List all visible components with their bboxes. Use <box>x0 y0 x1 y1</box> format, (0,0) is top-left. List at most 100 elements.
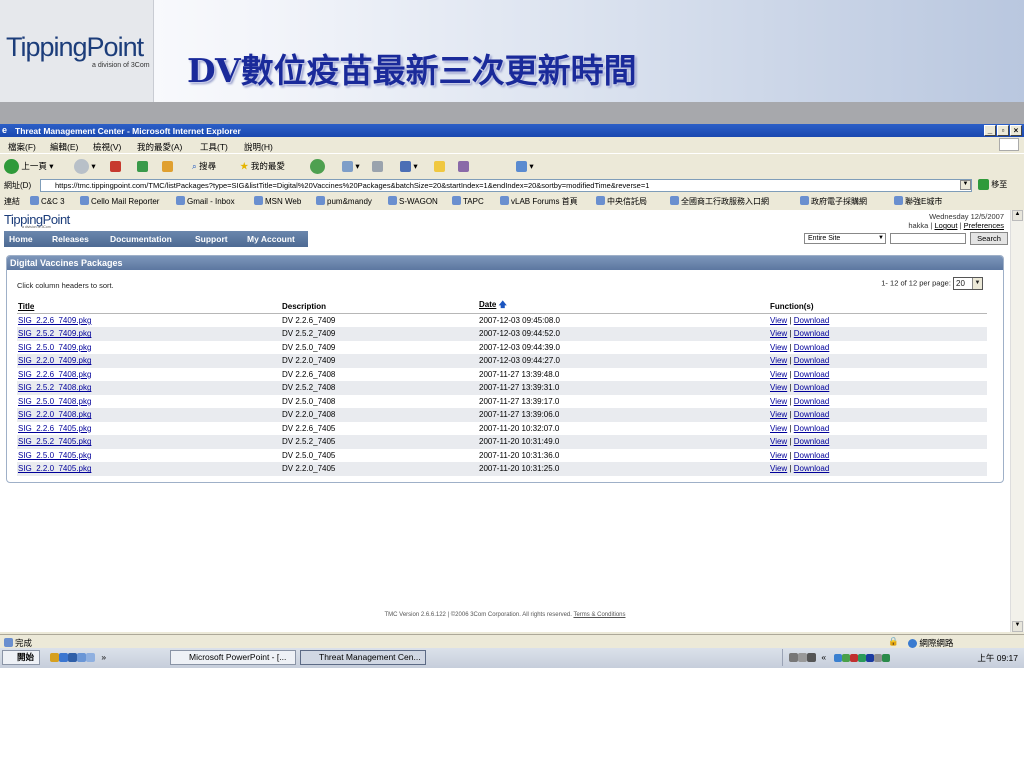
view-link[interactable]: View <box>770 424 787 433</box>
view-link[interactable]: View <box>770 464 787 473</box>
view-link[interactable]: View <box>770 370 787 379</box>
package-title-link[interactable]: SIG_2.5.0_7405.pkg <box>17 448 281 462</box>
start-button[interactable]: 開始 <box>2 650 40 665</box>
print-button[interactable] <box>372 158 383 175</box>
link-item[interactable]: pum&mandy <box>316 196 372 206</box>
terms-link[interactable]: Terms & Conditions <box>573 612 625 618</box>
download-link[interactable]: Download <box>794 437 830 446</box>
nav-my-account[interactable]: My Account <box>247 234 295 244</box>
link-item[interactable]: C&C 3 <box>30 196 65 206</box>
back-button[interactable]: 上一頁 ▾ <box>4 158 54 175</box>
close-button[interactable]: × <box>1010 125 1022 136</box>
download-link[interactable]: Download <box>794 397 830 406</box>
download-link[interactable]: Download <box>794 383 830 392</box>
quick-launch[interactable]: » <box>50 652 110 663</box>
menu-tools[interactable]: 工具(T) <box>200 141 228 153</box>
download-link[interactable]: Download <box>794 356 830 365</box>
translate-button[interactable]: ▾ <box>516 158 534 175</box>
package-title-link[interactable]: SIG_2.5.0_7409.pkg <box>17 340 281 354</box>
column-date[interactable]: Date 🡅 <box>478 299 769 314</box>
history-button[interactable] <box>310 158 325 175</box>
table-row: SIG_2.2.6_7409.pkg DV 2.2.6_7409 2007-12-0… <box>17 313 987 327</box>
package-title-link[interactable]: SIG_2.2.6_7408.pkg <box>17 367 281 381</box>
task-ie[interactable]: Threat Management Cen... <box>300 650 426 665</box>
download-link[interactable]: Download <box>794 451 830 460</box>
forward-button[interactable]: ▾ <box>74 158 96 175</box>
tray-icons[interactable]: « <box>789 652 891 663</box>
download-link[interactable]: Download <box>794 370 830 379</box>
scroll-up-icon[interactable]: ▲ <box>1012 210 1023 221</box>
link-item[interactable]: S-WAGON <box>388 196 438 206</box>
folder-button[interactable] <box>434 158 445 175</box>
package-title-link[interactable]: SIG_2.2.0_7408.pkg <box>17 408 281 422</box>
view-link[interactable]: View <box>770 329 787 338</box>
vertical-scrollbar[interactable]: ▲ ▼ <box>1010 210 1024 632</box>
home-button[interactable] <box>162 158 173 175</box>
view-link[interactable]: View <box>770 451 787 460</box>
package-title-link[interactable]: SIG_2.5.2_7405.pkg <box>17 435 281 449</box>
package-title-link[interactable]: SIG_2.2.6_7409.pkg <box>17 313 281 327</box>
nav-releases[interactable]: Releases <box>52 234 89 244</box>
package-title-link[interactable]: SIG_2.2.0_7405.pkg <box>17 462 281 476</box>
table-row: SIG_2.2.0_7408.pkg DV 2.2.0_7408 2007-11-2… <box>17 408 987 422</box>
package-title-link[interactable]: SIG_2.2.0_7409.pkg <box>17 354 281 368</box>
package-title-link[interactable]: SIG_2.5.0_7408.pkg <box>17 394 281 408</box>
package-title-link[interactable]: SIG_2.5.2_7408.pkg <box>17 381 281 395</box>
view-link[interactable]: View <box>770 383 787 392</box>
nav-home[interactable]: Home <box>9 234 33 244</box>
menu-view[interactable]: 檢視(V) <box>93 141 121 153</box>
address-dropdown[interactable]: ▼ <box>960 180 971 190</box>
nav-support[interactable]: Support <box>195 234 228 244</box>
link-item[interactable]: 中央信託局 <box>596 196 647 207</box>
go-button[interactable]: 移至 <box>978 179 1007 191</box>
link-item[interactable]: TAPC <box>452 196 484 206</box>
download-link[interactable]: Download <box>794 464 830 473</box>
package-title-link[interactable]: SIG_2.2.6_7405.pkg <box>17 421 281 435</box>
site-search-input[interactable] <box>890 233 966 244</box>
table-row: SIG_2.5.2_7408.pkg DV 2.5.2_7408 2007-11-2… <box>17 381 987 395</box>
view-link[interactable]: View <box>770 316 787 325</box>
stop-button[interactable] <box>110 158 121 175</box>
column-title[interactable]: Title <box>17 299 281 314</box>
menu-favorites[interactable]: 我的最愛(A) <box>137 141 182 153</box>
logout-link[interactable]: Logout <box>934 221 957 230</box>
download-link[interactable]: Download <box>794 410 830 419</box>
nav-documentation[interactable]: Documentation <box>110 234 172 244</box>
research-button[interactable] <box>458 158 469 175</box>
download-link[interactable]: Download <box>794 329 830 338</box>
edit-button[interactable]: ▾ <box>400 158 418 175</box>
download-link[interactable]: Download <box>794 316 830 325</box>
search-scope-select[interactable]: Entire Site ▼ <box>804 233 886 244</box>
per-page-select[interactable]: 20 ▼ <box>953 277 983 290</box>
task-powerpoint[interactable]: Microsoft PowerPoint - [... <box>170 650 296 665</box>
view-link[interactable]: View <box>770 356 787 365</box>
scroll-down-icon[interactable]: ▼ <box>1012 621 1023 632</box>
link-item[interactable]: Cello Mail Reporter <box>80 196 159 206</box>
refresh-button[interactable] <box>137 158 148 175</box>
link-item[interactable]: 全國商工行政服務入口網 <box>670 196 769 207</box>
site-search-button[interactable]: Search <box>970 232 1008 245</box>
search-button[interactable]: ⌕ 搜尋 <box>192 158 216 175</box>
address-input[interactable]: https://tmc.tippingpoint.com/TMC/listPac… <box>40 179 972 192</box>
download-link[interactable]: Download <box>794 343 830 352</box>
menu-edit[interactable]: 編輯(E) <box>50 141 78 153</box>
view-link[interactable]: View <box>770 397 787 406</box>
view-link[interactable]: View <box>770 410 787 419</box>
link-item[interactable]: Gmail - Inbox <box>176 196 235 206</box>
menu-file[interactable]: 檔案(F) <box>8 141 36 153</box>
link-item[interactable]: 聯強E城市 <box>894 196 942 207</box>
menu-bar: 檔案(F) 編輯(E) 檢視(V) 我的最愛(A) 工具(T) 說明(H) <box>0 138 1024 152</box>
preferences-link[interactable]: Preferences <box>964 221 1004 230</box>
view-link[interactable]: View <box>770 437 787 446</box>
minimize-button[interactable]: _ <box>984 125 996 136</box>
link-item[interactable]: MSN Web <box>254 196 301 206</box>
link-item[interactable]: 政府電子採購網 <box>800 196 867 207</box>
menu-help[interactable]: 說明(H) <box>244 141 273 153</box>
package-title-link[interactable]: SIG_2.5.2_7409.pkg <box>17 327 281 341</box>
view-link[interactable]: View <box>770 343 787 352</box>
favorites-button[interactable]: ★ 我的最愛 <box>240 158 285 175</box>
link-item[interactable]: vLAB Forums 首頁 <box>500 196 578 207</box>
restore-button[interactable]: ▫ <box>997 125 1009 136</box>
mail-button[interactable]: ▾ <box>342 158 360 175</box>
download-link[interactable]: Download <box>794 424 830 433</box>
